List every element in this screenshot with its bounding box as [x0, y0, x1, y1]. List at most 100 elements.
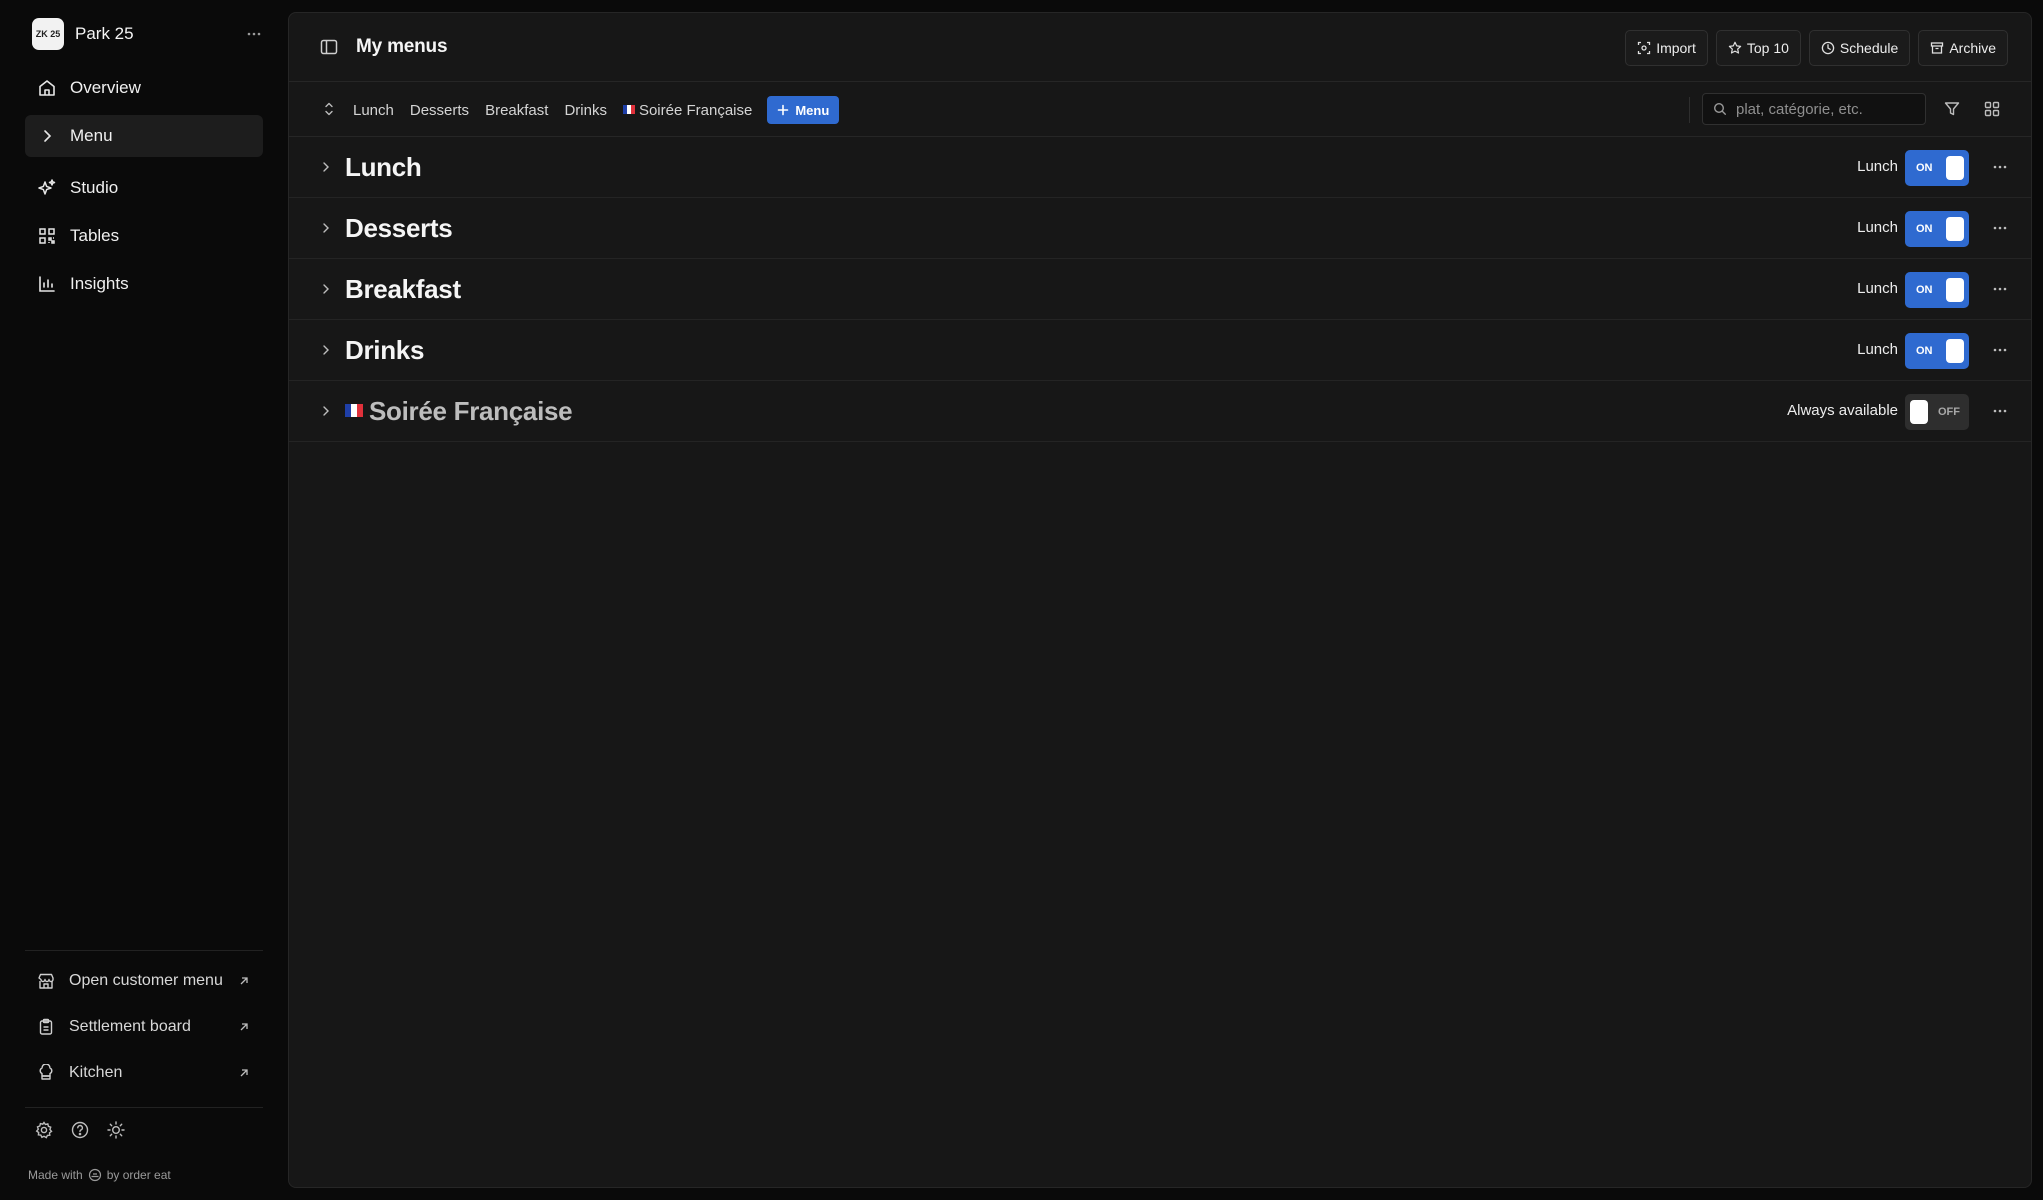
more-options-icon[interactable]	[1991, 402, 2009, 420]
external-link-label: Kitchen	[69, 1064, 123, 1081]
menu-enabled-toggle[interactable]: ON	[1905, 333, 1969, 369]
tab-desserts[interactable]: Desserts	[410, 102, 469, 119]
kitchen-link[interactable]: Kitchen	[25, 1053, 263, 1093]
star-icon	[1728, 41, 1742, 55]
open-customer-menu-link[interactable]: Open customer menu	[25, 961, 263, 1001]
toggle-label: ON	[1916, 223, 1933, 235]
workspace-name: Park 25	[75, 24, 134, 43]
import-button-label: Import	[1656, 40, 1696, 56]
menu-enabled-toggle[interactable]: ON	[1905, 150, 1969, 186]
menu-name: Desserts	[345, 213, 453, 243]
sidebar-item-tables[interactable]: Tables	[25, 215, 263, 257]
menu-row[interactable]: Breakfast Lunch ON	[289, 259, 2031, 320]
schedule-button-label: Schedule	[1839, 40, 1899, 56]
expand-chevron-icon[interactable]	[318, 220, 334, 236]
toggle-label: OFF	[1938, 406, 1960, 418]
external-link-label: Settlement board	[69, 1018, 191, 1035]
divider	[25, 950, 263, 951]
more-options-icon[interactable]	[244, 24, 264, 44]
sidebar-item-label: Studio	[70, 178, 119, 197]
toggle-knob	[1946, 278, 1964, 302]
arrow-up-right-icon	[237, 974, 251, 988]
page-header: My menus Import Top 10 Schedule Archive	[289, 13, 2031, 82]
menu-row[interactable]: Drinks Lunch ON	[289, 320, 2031, 381]
home-icon	[37, 78, 57, 98]
menu-enabled-toggle[interactable]: ON	[1905, 272, 1969, 308]
archive-button[interactable]: Archive	[1918, 30, 2008, 66]
sidebar-item-menu[interactable]: Menu	[25, 115, 263, 157]
filter-icon[interactable]	[1943, 100, 1961, 118]
top-10-button-label: Top 10	[1746, 40, 1789, 56]
more-options-icon[interactable]	[1991, 219, 2009, 237]
settings-icon[interactable]	[34, 1120, 54, 1140]
toggle-label: ON	[1916, 284, 1933, 296]
add-menu-button[interactable]: Menu	[767, 96, 840, 124]
sidebar-item-label: Insights	[70, 274, 129, 293]
menu-name: Lunch	[345, 152, 422, 182]
import-button[interactable]: Import	[1625, 30, 1708, 66]
page-title: My menus	[356, 36, 448, 57]
menu-enabled-toggle[interactable]: OFF	[1905, 394, 1969, 430]
expand-chevron-icon[interactable]	[318, 281, 334, 297]
qr-code-icon	[37, 226, 57, 246]
chef-hat-icon	[37, 1064, 55, 1082]
search-input[interactable]	[1736, 100, 1906, 118]
clock-icon	[1821, 41, 1835, 55]
france-flag-icon	[345, 403, 363, 417]
expand-chevron-icon[interactable]	[318, 159, 334, 175]
brand-logo: ZK 25	[32, 18, 64, 50]
sparkles-icon	[37, 178, 57, 198]
search-box[interactable]	[1702, 93, 1926, 125]
bar-chart-icon	[37, 274, 57, 294]
menu-availability: Lunch	[1857, 280, 1898, 297]
sidebar-item-overview[interactable]: Overview	[25, 67, 263, 109]
sidebar-toggle-icon[interactable]	[319, 37, 339, 57]
toggle-label: ON	[1916, 345, 1933, 357]
menu-row[interactable]: Desserts Lunch ON	[289, 198, 2031, 259]
menu-row[interactable]: Soirée Française Always available OFF	[289, 381, 2031, 442]
tab-soiree-francaise[interactable]: Soirée Française	[622, 102, 752, 119]
theme-sun-icon[interactable]	[106, 1120, 126, 1140]
sidebar-item-insights[interactable]: Insights	[25, 263, 263, 305]
tab-lunch[interactable]: Lunch	[353, 102, 394, 119]
toggle-knob	[1946, 156, 1964, 180]
menu-row[interactable]: Lunch Lunch ON	[289, 137, 2031, 198]
schedule-button[interactable]: Schedule	[1808, 30, 1911, 66]
expand-chevron-icon[interactable]	[318, 403, 334, 419]
tab-breakfast[interactable]: Breakfast	[485, 102, 548, 119]
workspace-switcher[interactable]: ZK 25 Park 25	[32, 18, 264, 50]
arrow-up-right-icon	[237, 1020, 251, 1034]
sidebar-item-label: Menu	[70, 126, 113, 145]
import-icon	[1637, 41, 1651, 55]
toggle-knob	[1946, 339, 1964, 363]
sidebar-item-studio[interactable]: Studio	[25, 167, 263, 209]
arrow-up-right-icon	[237, 1066, 251, 1080]
made-with-credit[interactable]: Made with by order eat	[28, 1168, 171, 1182]
more-options-icon[interactable]	[1991, 158, 2009, 176]
external-link-label: Open customer menu	[69, 972, 223, 989]
more-options-icon[interactable]	[1991, 280, 2009, 298]
archive-button-label: Archive	[1949, 40, 1996, 56]
tab-drinks[interactable]: Drinks	[564, 102, 607, 119]
menu-name: Breakfast	[345, 274, 461, 304]
france-flag-icon	[622, 105, 635, 115]
by-order-eat-text: by order eat	[106, 1168, 171, 1182]
toggle-knob	[1946, 217, 1964, 241]
expand-chevron-icon[interactable]	[318, 342, 334, 358]
utility-bar	[34, 1120, 126, 1140]
menu-availability: Lunch	[1857, 158, 1898, 175]
menu-availability: Lunch	[1857, 341, 1898, 358]
top-10-button[interactable]: Top 10	[1715, 30, 1801, 66]
store-icon	[37, 972, 55, 990]
menu-availability: Lunch	[1857, 219, 1898, 236]
order-eat-logo-icon	[88, 1168, 102, 1182]
menu-tabs: Lunch Desserts Breakfast Drinks Soirée F…	[353, 95, 840, 125]
help-icon[interactable]	[70, 1120, 90, 1140]
reorder-icon[interactable]	[320, 100, 338, 118]
grid-view-icon[interactable]	[1983, 100, 2001, 118]
menu-enabled-toggle[interactable]: ON	[1905, 211, 1969, 247]
archive-icon	[1930, 41, 1944, 55]
settlement-board-link[interactable]: Settlement board	[25, 1007, 263, 1047]
menu-availability: Always available	[1787, 402, 1898, 419]
more-options-icon[interactable]	[1991, 341, 2009, 359]
